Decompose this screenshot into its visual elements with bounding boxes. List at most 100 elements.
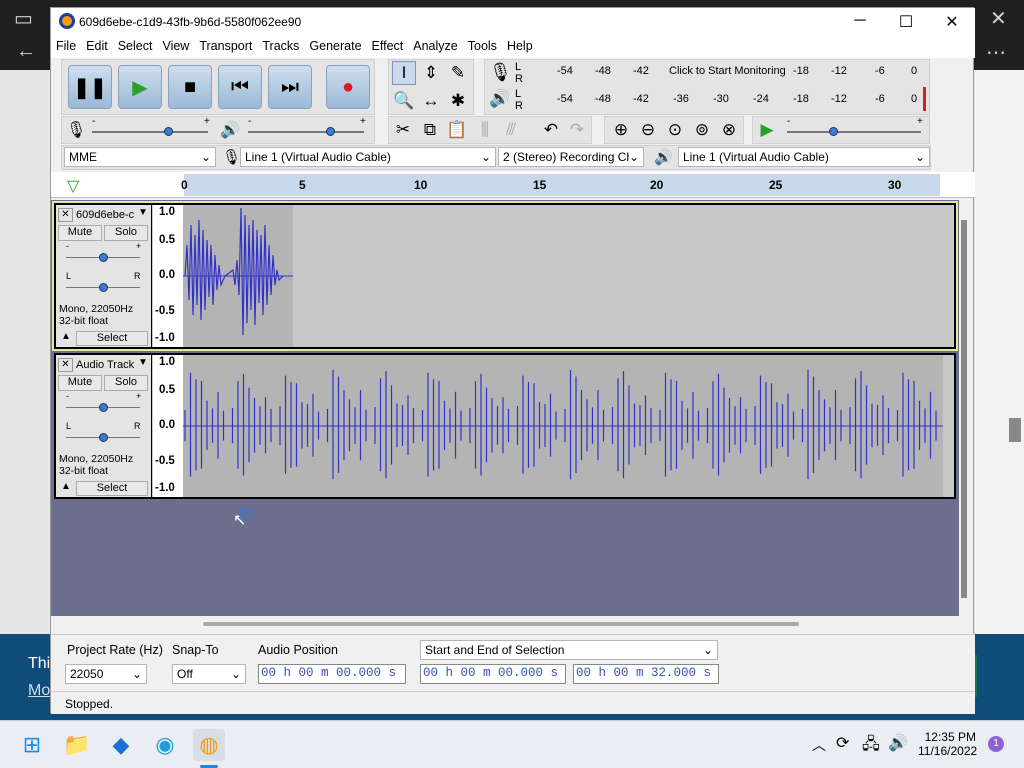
- audacity-taskbar-icon[interactable]: ◍: [193, 729, 225, 761]
- solo-button[interactable]: Solo: [104, 225, 148, 241]
- roblox-studio-icon[interactable]: ◆: [105, 729, 137, 761]
- playback-meter-icon[interactable]: 🔊: [489, 89, 510, 109]
- edge-icon[interactable]: ◉: [149, 729, 181, 761]
- timeline-ruler[interactable]: ▽ 0 5 10 15 20 25 30: [51, 172, 975, 198]
- volume-icon[interactable]: 🔊: [888, 733, 908, 753]
- timeshift-tool-icon[interactable]: ↔: [419, 89, 443, 113]
- track-menu-icon[interactable]: ▼: [138, 207, 148, 218]
- stop-button[interactable]: ■: [168, 65, 212, 109]
- playback-volume-slider[interactable]: [248, 131, 364, 133]
- silence-icon[interactable]: ⫻: [499, 118, 523, 142]
- menu-edit[interactable]: Edit: [81, 36, 113, 56]
- horizontal-scrollbar[interactable]: [203, 622, 799, 626]
- menu-tracks[interactable]: Tracks: [257, 36, 304, 56]
- play-button[interactable]: ▶: [118, 65, 162, 109]
- playback-volume-knob[interactable]: [326, 127, 335, 136]
- sync-icon[interactable]: ⟳: [836, 733, 849, 753]
- gain-knob[interactable]: [99, 253, 108, 262]
- undo-icon[interactable]: ↶: [539, 118, 563, 142]
- selection-mode-dropdown[interactable]: Start and End of Selection ⌄: [420, 640, 718, 660]
- menu-transport[interactable]: Transport: [194, 36, 257, 56]
- pan-knob[interactable]: [99, 283, 108, 292]
- track-close-icon[interactable]: ✕: [58, 358, 73, 372]
- audio-position-field[interactable]: 00 h 00 m 00.000 s: [258, 664, 406, 684]
- pause-button[interactable]: ❚❚: [68, 65, 112, 109]
- menu-generate[interactable]: Generate: [304, 36, 366, 56]
- select-track-button[interactable]: Select: [76, 481, 148, 496]
- channels-dropdown[interactable]: 2 (Stereo) Recording Chai ⌄: [498, 147, 644, 167]
- file-explorer-icon[interactable]: 📁: [61, 729, 93, 761]
- record-meter[interactable]: -54 -48 -42 Click to Start Monitoring -1…: [525, 65, 925, 81]
- cut-icon[interactable]: ✂: [391, 118, 415, 142]
- record-volume-slider[interactable]: [92, 131, 208, 133]
- skip-end-button[interactable]: ⏭: [268, 65, 312, 109]
- recording-device-dropdown[interactable]: Line 1 (Virtual Audio Cable) ⌄: [240, 147, 496, 167]
- playback-device-dropdown[interactable]: Line 1 (Virtual Audio Cable) ⌄: [678, 147, 930, 167]
- snap-to-dropdown[interactable]: Off ⌄: [172, 664, 246, 684]
- tracks-area[interactable]: ✕ 609d6ebe-c ▼ Mute Solo - + L R Mono, 2…: [51, 200, 967, 616]
- zoom-in-icon[interactable]: ⊕: [609, 118, 633, 142]
- trim-icon[interactable]: ⫼: [473, 118, 497, 142]
- mute-button[interactable]: Mute: [58, 375, 102, 391]
- track-1[interactable]: ✕ 609d6ebe-c ▼ Mute Solo - + L R Mono, 2…: [52, 201, 958, 351]
- start-monitoring-text[interactable]: Click to Start Monitoring: [669, 65, 786, 77]
- chevron-up-icon[interactable]: ︿: [812, 735, 826, 755]
- playback-speed-slider[interactable]: [787, 131, 921, 133]
- redo-icon[interactable]: ↷: [565, 118, 589, 142]
- notification-badge[interactable]: 1: [988, 736, 1004, 752]
- mute-button[interactable]: Mute: [58, 225, 102, 241]
- gain-knob[interactable]: [99, 403, 108, 412]
- selection-start-field[interactable]: 00 h 00 m 00.000 s: [420, 664, 566, 684]
- menu-file[interactable]: File: [51, 36, 81, 56]
- project-rate-dropdown[interactable]: 22050 ⌄: [65, 664, 147, 684]
- select-track-button[interactable]: Select: [76, 331, 148, 346]
- selection-tool-icon[interactable]: I: [392, 61, 416, 85]
- pan-knob[interactable]: [99, 433, 108, 442]
- zoom-toggle-icon[interactable]: ⊗: [717, 118, 741, 142]
- track-name[interactable]: 609d6ebe-c: [76, 209, 138, 221]
- selection-end-field[interactable]: 00 h 00 m 32.000 s: [573, 664, 719, 684]
- audio-clip[interactable]: [183, 205, 293, 347]
- vertical-scrollbar[interactable]: [961, 220, 967, 598]
- track-name[interactable]: Audio Track: [76, 359, 138, 371]
- vertical-scale[interactable]: 1.0 0.5 0.0 -0.5 -1.0: [153, 205, 183, 347]
- collapse-track-icon[interactable]: ▲: [58, 331, 74, 345]
- minimize-icon[interactable]: ─: [837, 12, 883, 30]
- track-2[interactable]: ✕ Audio Track ▼ Mute Solo - + L R Mono, …: [54, 353, 956, 499]
- close-window-icon[interactable]: ✕: [929, 12, 975, 32]
- skip-start-button[interactable]: ⏮: [218, 65, 262, 109]
- track-menu-icon[interactable]: ▼: [138, 357, 148, 368]
- paste-icon[interactable]: 📋: [445, 118, 469, 142]
- close-icon[interactable]: ✕: [990, 6, 1007, 31]
- solo-button[interactable]: Solo: [104, 375, 148, 391]
- timeline-options-icon[interactable]: ▽: [67, 176, 79, 196]
- draw-tool-icon[interactable]: ✎: [446, 61, 470, 85]
- playback-meter[interactable]: -54 -48 -42 -36 -30 -24 -18 -12 -6 0: [525, 87, 926, 111]
- record-button[interactable]: ●: [326, 65, 370, 109]
- play-at-speed-icon[interactable]: ▶: [755, 118, 779, 142]
- banner-link[interactable]: Mo: [28, 677, 50, 704]
- menu-select[interactable]: Select: [113, 36, 158, 56]
- menu-tools[interactable]: Tools: [463, 36, 502, 56]
- track-close-icon[interactable]: ✕: [58, 208, 73, 222]
- zoom-tool-icon[interactable]: 🔍: [392, 89, 416, 113]
- playback-speed-knob[interactable]: [829, 127, 838, 136]
- page-scrollbar[interactable]: [1009, 418, 1021, 442]
- fit-selection-icon[interactable]: ⊙: [663, 118, 687, 142]
- copy-icon[interactable]: ⧉: [418, 118, 442, 142]
- menu-analyze[interactable]: Analyze: [408, 36, 462, 56]
- record-meter-icon[interactable]: 🎙: [489, 62, 512, 83]
- record-volume-knob[interactable]: [164, 127, 173, 136]
- zoom-out-icon[interactable]: ⊖: [636, 118, 660, 142]
- menu-help[interactable]: Help: [502, 36, 538, 56]
- tab-icon[interactable]: ▭: [14, 6, 33, 31]
- multi-tool-icon[interactable]: ✱: [446, 89, 470, 113]
- network-icon[interactable]: 🖧: [862, 733, 880, 760]
- envelope-tool-icon[interactable]: ⇕: [419, 61, 443, 85]
- fit-project-icon[interactable]: ⊚: [690, 118, 714, 142]
- menu-effect[interactable]: Effect: [367, 36, 409, 56]
- menu-view[interactable]: View: [157, 36, 194, 56]
- maximize-icon[interactable]: ☐: [883, 12, 929, 32]
- back-arrow-icon[interactable]: ←: [16, 40, 36, 63]
- vertical-scale[interactable]: 1.0 0.5 0.0 -0.5 -1.0: [153, 355, 183, 497]
